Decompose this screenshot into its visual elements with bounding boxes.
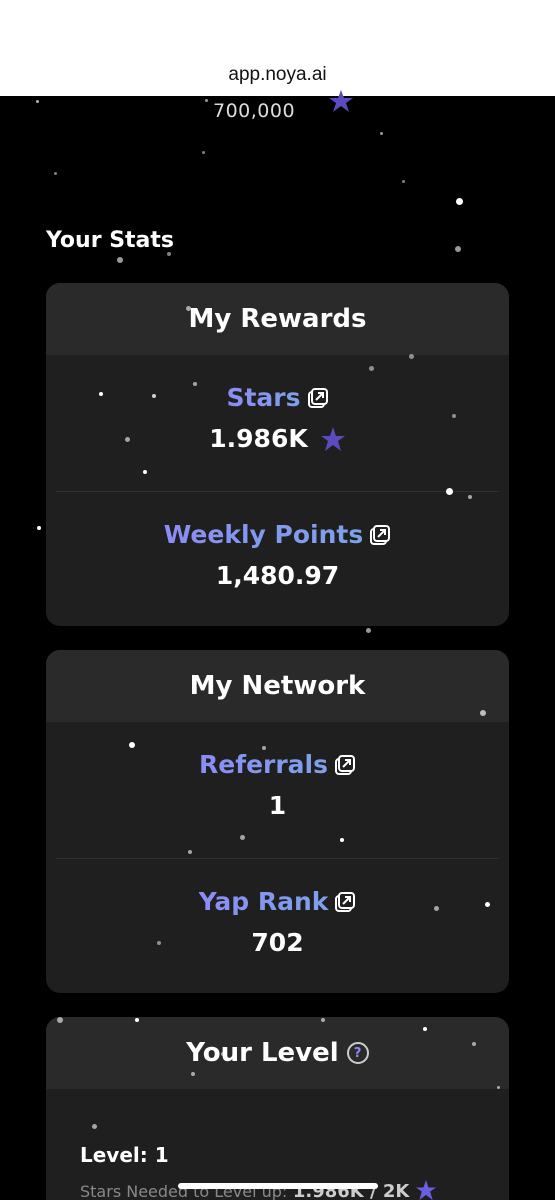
level-card: Your Level ? Level: 1 Stars Needed to Le… <box>46 1017 509 1200</box>
external-link-icon <box>370 524 391 545</box>
rewards-card-title: My Rewards <box>46 283 509 355</box>
yap-rank-label: Yap Rank <box>198 887 329 916</box>
referrals-label: Referrals <box>198 750 329 779</box>
referrals-link[interactable]: Referrals <box>199 750 356 779</box>
stat-yap-rank: Yap Rank 702 <box>46 859 509 957</box>
level-card-title: Your Level <box>186 1038 339 1068</box>
star-dot <box>36 100 39 103</box>
star-icon <box>320 426 345 451</box>
stat-weekly-points: Weekly Points 1,480.97 <box>46 492 509 590</box>
stat-referrals: Referrals 1 <box>46 722 509 858</box>
star-dot <box>202 151 205 154</box>
stat-stars: Stars 1.986K <box>46 355 509 491</box>
section-title-your-stats: Your Stats <box>46 228 175 253</box>
stars-value: 1.986K <box>209 424 308 453</box>
top-value: 700,000 <box>213 100 296 122</box>
weekly-points-value: 1,480.97 <box>215 561 340 590</box>
stars-link[interactable]: Stars <box>226 383 328 412</box>
level-card-header: Your Level ? <box>46 1017 509 1089</box>
star-dot <box>380 132 383 135</box>
stars-value-row: 1.986K <box>209 424 345 453</box>
yap-rank-value: 702 <box>251 928 304 957</box>
star-dot <box>456 198 463 205</box>
network-card: My Network Referrals 1 Yap Rank 702 <box>46 650 509 993</box>
stars-label: Stars <box>226 383 301 412</box>
star-icon <box>329 90 353 112</box>
star-dot <box>455 246 461 252</box>
url-text: app.noya.ai <box>228 64 327 85</box>
external-link-icon <box>307 387 328 408</box>
star-dot <box>117 257 123 263</box>
rewards-card: My Rewards Stars 1.986K Weekly Points 1,… <box>46 283 509 626</box>
star-dot <box>366 628 371 633</box>
external-link-icon <box>335 891 356 912</box>
referrals-value: 1 <box>268 791 287 820</box>
yap-rank-link[interactable]: Yap Rank <box>199 887 357 916</box>
home-indicator <box>178 1183 378 1189</box>
star-dot <box>402 180 405 183</box>
browser-url-bar[interactable]: app.noya.ai <box>0 0 555 96</box>
weekly-points-link[interactable]: Weekly Points <box>164 520 392 549</box>
weekly-points-label: Weekly Points <box>163 520 364 549</box>
star-dot <box>37 526 41 530</box>
help-icon[interactable]: ? <box>346 1042 369 1064</box>
external-link-icon <box>335 754 356 775</box>
network-card-title: My Network <box>46 650 509 722</box>
level-text: Level: 1 <box>80 1143 169 1167</box>
star-icon <box>415 1180 436 1200</box>
star-dot <box>205 99 208 102</box>
star-dot <box>54 172 57 175</box>
